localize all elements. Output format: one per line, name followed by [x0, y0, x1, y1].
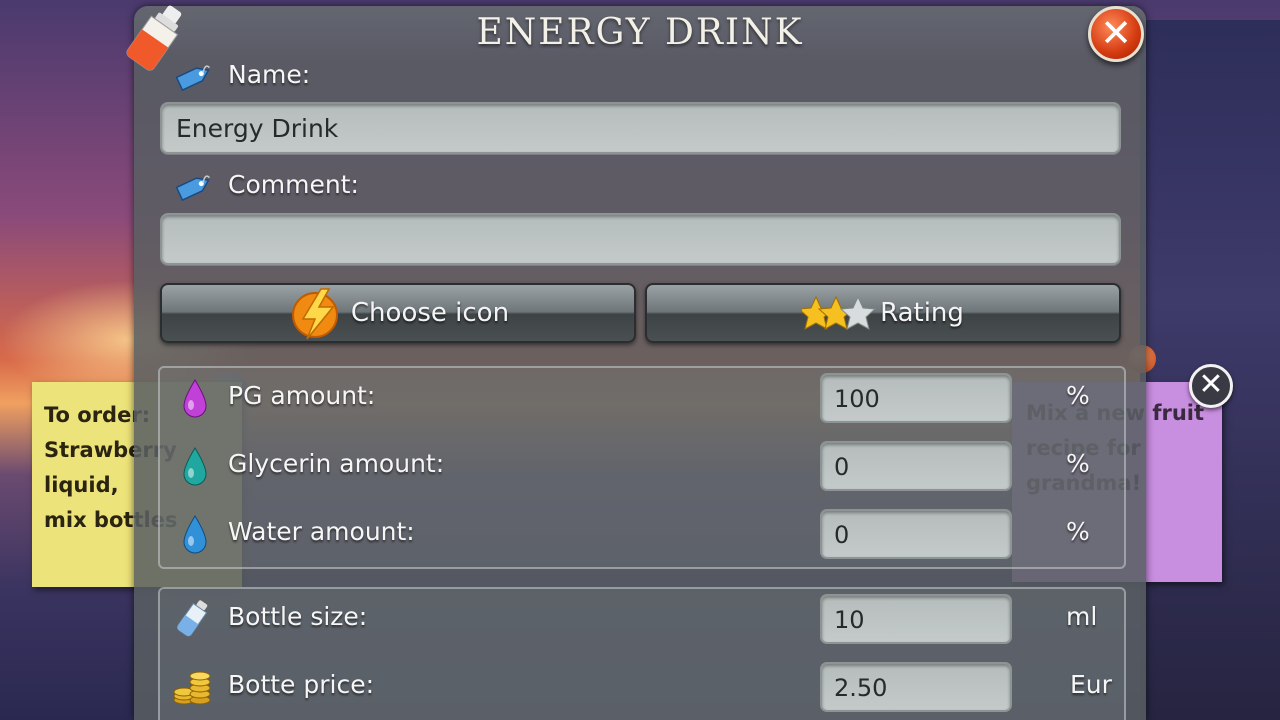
bottle-icon — [176, 600, 208, 637]
bottle-price-unit: Eur — [1070, 670, 1112, 699]
tag-icon — [175, 65, 211, 92]
dialog-title: ENERGY DRINK — [476, 12, 804, 53]
pg-amount-label: PG amount: — [228, 381, 376, 410]
note-close-button[interactable]: ✕ — [1189, 364, 1233, 408]
pg-unit: % — [1066, 381, 1090, 410]
comment-input[interactable] — [160, 213, 1121, 265]
close-dialog-button[interactable]: ✕ — [1088, 6, 1144, 62]
water-amount-input[interactable]: 0 — [820, 509, 1012, 559]
bottle-size-label: Bottle size: — [228, 602, 368, 631]
water-amount-label: Water amount: — [228, 517, 415, 546]
choose-icon-button[interactable]: Choose icon — [160, 283, 636, 343]
rating-stars-icon — [802, 295, 877, 330]
purple-drop-icon — [183, 379, 207, 418]
choose-icon-label: Choose icon — [350, 298, 510, 328]
bottle-size-input[interactable]: 10 — [820, 594, 1012, 644]
name-label: Name: — [228, 60, 311, 89]
pg-amount-input[interactable]: 100 — [820, 373, 1012, 423]
name-input[interactable]: Energy Drink — [160, 102, 1121, 154]
glycerin-unit: % — [1066, 449, 1090, 478]
tag-icon — [175, 175, 211, 202]
comment-label: Comment: — [228, 170, 359, 199]
bottle-size-unit: ml — [1066, 602, 1098, 631]
bottle-price-label: Botte price: — [228, 670, 375, 699]
coins-icon — [173, 671, 211, 705]
glycerin-amount-label: Glycerin amount: — [228, 449, 445, 478]
rating-button[interactable]: Rating — [645, 283, 1121, 343]
rating-label: Rating — [880, 298, 964, 328]
bottle-price-input[interactable]: 2.50 — [820, 662, 1012, 712]
water-unit: % — [1066, 517, 1090, 546]
teal-drop-icon — [183, 447, 207, 486]
blue-drop-icon — [183, 515, 207, 554]
lightning-icon — [291, 288, 338, 340]
glycerin-amount-input[interactable]: 0 — [820, 441, 1012, 491]
